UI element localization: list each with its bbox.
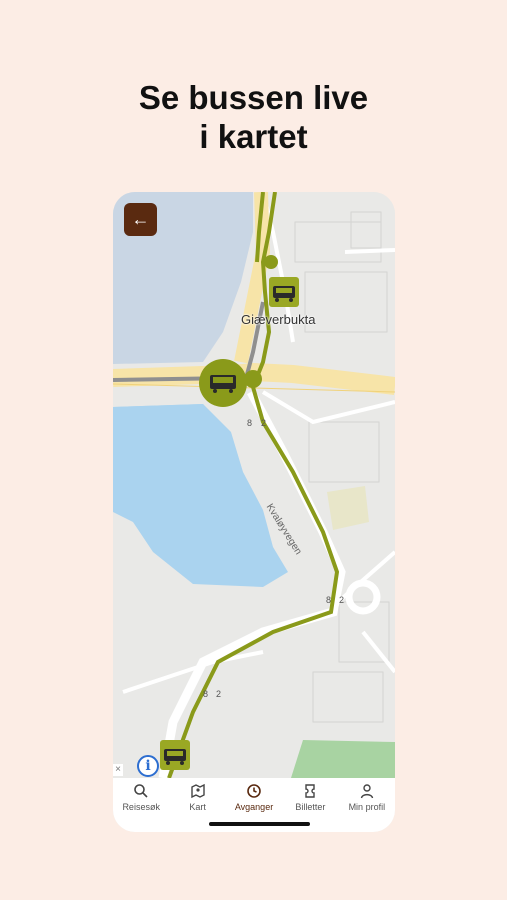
headline: Se bussen live i kartet: [0, 78, 507, 156]
bus-stop-marker: [269, 277, 299, 307]
road-number: 8: [247, 418, 253, 428]
close-icon[interactable]: ×: [113, 764, 123, 776]
nav-item-reisesok[interactable]: Reisesøk: [113, 778, 169, 832]
stop-name-label: Giæverbukta: [241, 312, 316, 327]
search-icon: [134, 784, 148, 798]
nav-label: Kart: [189, 802, 206, 812]
road-number: 8: [326, 595, 332, 605]
nav-label: Min profil: [348, 802, 386, 812]
nav-item-min-profil[interactable]: Min profil: [339, 778, 395, 832]
park-area: [291, 740, 395, 778]
info-icon[interactable]: i: [137, 755, 159, 777]
person-icon: [360, 784, 374, 799]
home-indicator: [209, 822, 310, 826]
road-number: 2: [261, 418, 267, 428]
phone-screen: ← Giæverbukta Kvaløyvegen 8 2 8 2 8 2 × …: [113, 192, 395, 832]
bus-marker-large: [199, 359, 247, 407]
route-stop-dot: [264, 255, 278, 269]
road-number: 2: [216, 689, 222, 699]
nav-label: Avganger: [234, 802, 274, 812]
headline-line-2: i kartet: [199, 118, 308, 155]
headline-line-1: Se bussen live: [138, 79, 369, 116]
arrow-left-icon: ←: [131, 209, 150, 229]
nav-label: Reisesøk: [122, 802, 160, 812]
nav-label: Billetter: [295, 802, 326, 812]
ticket-icon: [305, 784, 316, 798]
road-number: 2: [339, 595, 345, 605]
clock-icon: [247, 784, 261, 798]
bus-stop-marker: [160, 740, 190, 770]
map[interactable]: [113, 192, 395, 778]
road-number: 8: [203, 689, 209, 699]
back-button[interactable]: ←: [124, 203, 157, 236]
map-icon: [190, 783, 205, 799]
